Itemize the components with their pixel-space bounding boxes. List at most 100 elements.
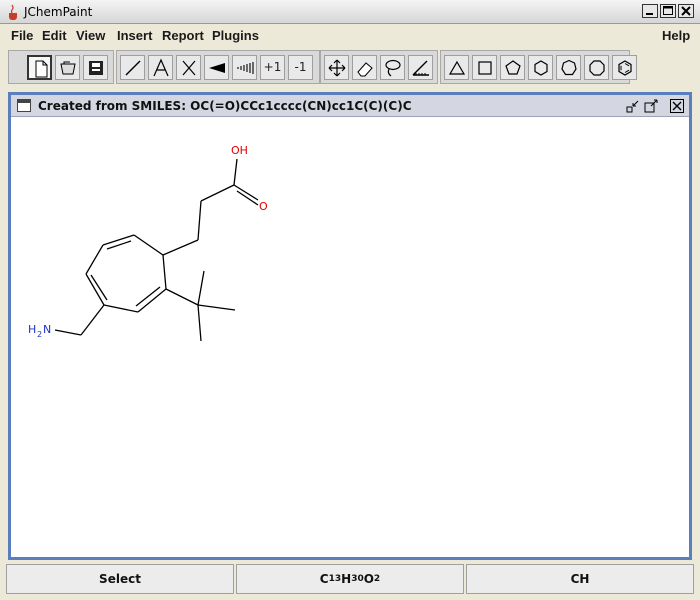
benzene-icon xyxy=(618,60,632,76)
open-icon xyxy=(60,61,76,75)
formula-c: C xyxy=(319,572,329,586)
square-ring-button[interactable] xyxy=(472,55,497,80)
menu-report[interactable]: Report xyxy=(162,28,204,43)
menu-file[interactable]: File xyxy=(11,28,33,43)
text-button[interactable] xyxy=(148,55,173,80)
lasso-button[interactable] xyxy=(380,55,405,80)
charge-minus-label: -1 xyxy=(294,60,307,74)
amine-bond xyxy=(54,329,82,336)
ring-bond xyxy=(162,254,167,290)
wedge-bond-button[interactable] xyxy=(204,55,229,80)
close-document-icon[interactable] xyxy=(670,99,684,113)
toolbar-group-edit xyxy=(320,50,438,84)
maximize-button[interactable] xyxy=(660,4,676,18)
document-titlebar: Created from SMILES: OC(=O)CCc1cccc(CN)c… xyxy=(11,95,689,117)
chain-bond xyxy=(162,239,199,256)
hash-bond-button[interactable] xyxy=(232,55,257,80)
hexagon-icon xyxy=(534,60,548,76)
formula-h: H xyxy=(341,572,352,586)
molecule-bonds xyxy=(54,158,259,342)
charge-plus-label: +1 xyxy=(263,60,282,74)
new-button[interactable] xyxy=(27,55,52,80)
methyl-bond xyxy=(197,304,202,342)
menu-edit[interactable]: Edit xyxy=(42,28,67,43)
delete-atom-button[interactable] xyxy=(176,55,201,80)
lasso-icon xyxy=(385,59,401,77)
chain-bond xyxy=(200,184,235,202)
formula-o-count: 2 xyxy=(373,574,381,584)
formula-c-count: 13 xyxy=(328,574,342,584)
menu-plugins[interactable]: Plugins xyxy=(212,28,259,43)
molecule-canvas[interactable]: OH O H 2 N xyxy=(11,117,689,557)
status-mode: Select xyxy=(6,564,234,594)
menu-view[interactable]: View xyxy=(76,28,105,43)
charge-plus-button[interactable]: +1 xyxy=(260,55,285,80)
toolbar-group-file xyxy=(8,50,114,84)
save-icon xyxy=(89,61,103,75)
toolbar-group-rings xyxy=(440,50,637,84)
move-button[interactable] xyxy=(324,55,349,80)
status-selection-text: CH xyxy=(570,572,590,586)
ring-bond xyxy=(102,234,135,246)
new-document-icon xyxy=(35,60,48,78)
java-cup-icon xyxy=(9,4,17,20)
status-selection: CH xyxy=(466,564,694,594)
methyl-bond xyxy=(197,304,236,311)
triangle-ring-button[interactable] xyxy=(444,55,469,80)
square-icon xyxy=(478,61,492,75)
statusbar: Select C 13 H 30 O 2 CH xyxy=(6,564,694,594)
ring-bond xyxy=(133,234,164,256)
delete-atom-icon xyxy=(182,60,196,76)
octagon-ring-button[interactable] xyxy=(584,55,609,80)
amine-subscript-label: 2 xyxy=(37,330,42,339)
octagon-icon xyxy=(589,60,605,76)
tbutyl-bond xyxy=(165,288,199,306)
methylene-bond xyxy=(80,304,105,336)
status-formula: C 13 H 30 O 2 xyxy=(236,564,464,594)
text-icon xyxy=(153,58,169,77)
maximize-document-icon[interactable] xyxy=(644,99,658,113)
hydroxyl-bond xyxy=(233,158,238,186)
formula-h-count: 30 xyxy=(351,574,364,584)
minimize-icon xyxy=(646,13,653,15)
pentagon-icon xyxy=(505,60,521,75)
ring-bond xyxy=(85,273,105,306)
open-button[interactable] xyxy=(55,55,80,80)
hydroxyl-label: OH xyxy=(231,144,248,157)
iconify-icon[interactable] xyxy=(626,99,640,113)
ruler-button[interactable] xyxy=(408,55,433,80)
oxygen-label: O xyxy=(259,200,268,213)
toolbar-group-draw: +1 -1 xyxy=(116,50,320,84)
hexagon-ring-button[interactable] xyxy=(528,55,553,80)
pentagon-ring-button[interactable] xyxy=(500,55,525,80)
close-button[interactable] xyxy=(678,4,694,18)
ring-bond xyxy=(103,304,139,313)
maximize-icon xyxy=(663,6,673,15)
hash-bond-icon xyxy=(237,62,254,74)
benzene-ring-button[interactable] xyxy=(612,55,637,80)
formula-o: O xyxy=(363,572,374,586)
single-bond-icon xyxy=(125,60,141,76)
toolbar: +1 -1 xyxy=(8,50,692,84)
save-button[interactable] xyxy=(83,55,108,80)
heptagon-ring-button[interactable] xyxy=(556,55,581,80)
eraser-icon xyxy=(357,62,373,77)
eraser-button[interactable] xyxy=(352,55,377,80)
ruler-icon xyxy=(412,60,429,76)
move-icon xyxy=(328,59,346,77)
minimize-button[interactable] xyxy=(642,4,658,18)
bond-button[interactable] xyxy=(120,55,145,80)
document-frame: Created from SMILES: OC(=O)CCc1cccc(CN)c… xyxy=(8,92,692,560)
menubar: File Edit View Insert Report Plugins Hel… xyxy=(0,24,700,48)
charge-minus-button[interactable]: -1 xyxy=(288,55,313,80)
status-mode-text: Select xyxy=(99,572,141,586)
menu-help[interactable]: Help xyxy=(662,28,690,43)
document-window-icon xyxy=(17,99,31,112)
window-title: JChemPaint xyxy=(24,5,93,19)
amine-h-label: H xyxy=(28,323,36,336)
triangle-icon xyxy=(448,60,466,75)
close-icon xyxy=(681,6,691,16)
ring-bond xyxy=(85,244,104,275)
chain-bond xyxy=(197,200,202,241)
menu-insert[interactable]: Insert xyxy=(117,28,152,43)
